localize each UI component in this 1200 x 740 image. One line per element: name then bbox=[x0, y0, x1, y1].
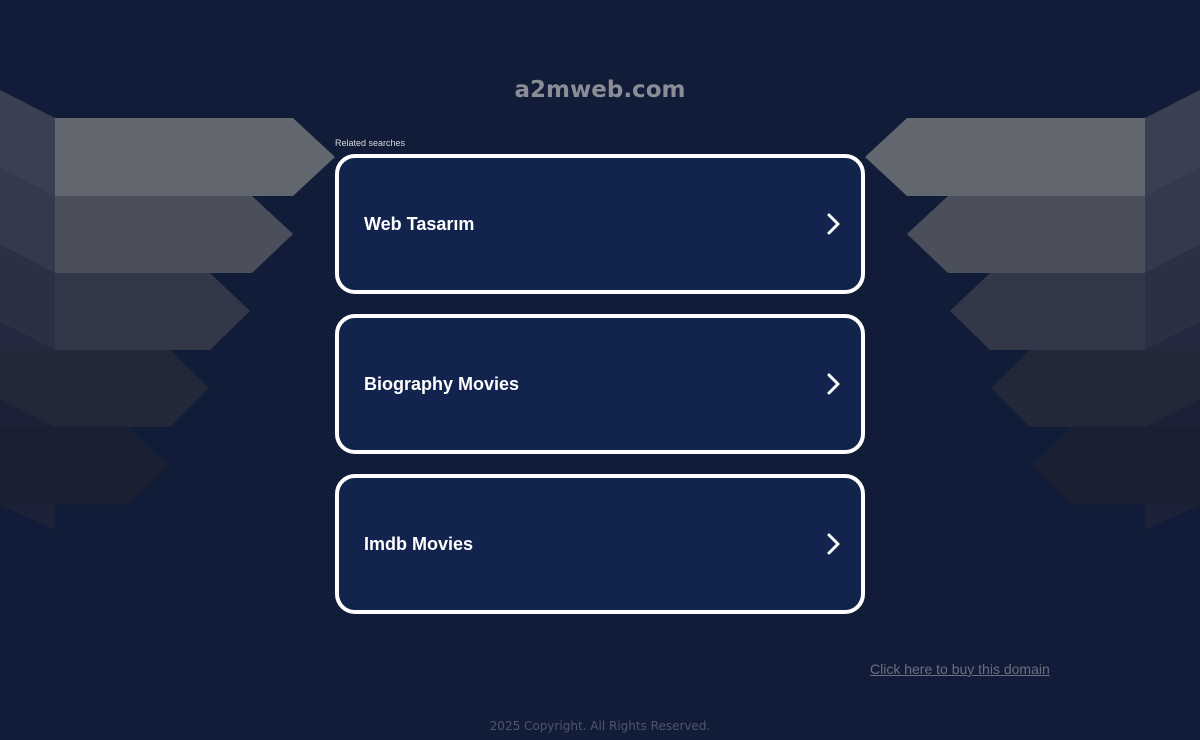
footer-copyright: 2025 Copyright. All Rights Reserved. bbox=[489, 719, 711, 733]
chevron-right-icon bbox=[827, 373, 840, 395]
related-search-label: Biography Movies bbox=[364, 373, 520, 394]
site-title: a2mweb.com bbox=[514, 77, 686, 103]
related-searches-label: Related searches bbox=[335, 138, 406, 148]
related-search-item-imdb-movies[interactable]: Imdb Movies bbox=[335, 474, 865, 614]
related-search-label: Web Tasarım bbox=[364, 213, 475, 234]
chevron-right-icon bbox=[827, 533, 840, 555]
related-search-item-biography-movies[interactable]: Biography Movies bbox=[335, 314, 865, 454]
related-search-item-web-tasarim[interactable]: Web Tasarım bbox=[335, 154, 865, 294]
left-arrow-stack bbox=[0, 90, 335, 530]
related-searches-list: Web Tasarım Biography Movies Imdb Movies bbox=[335, 154, 865, 634]
right-arrow-stack bbox=[865, 90, 1200, 530]
buy-domain-link[interactable]: Click here to buy this domain bbox=[870, 661, 1050, 677]
chevron-right-icon bbox=[827, 213, 840, 235]
related-search-label: Imdb Movies bbox=[364, 533, 474, 554]
